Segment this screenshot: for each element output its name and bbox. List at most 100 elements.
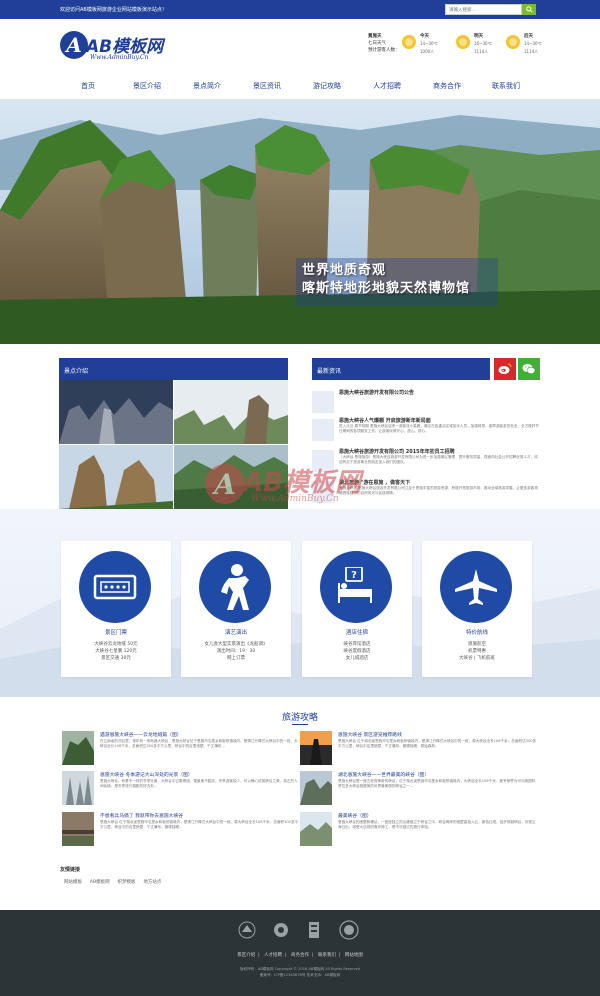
service-card-line: 网上订票 [227,656,245,661]
friend-link[interactable]: AB模板网 [90,880,110,885]
guide-desc: 在云南省的河谷里，常年有一条地缝大峡谷，恩施大峡谷位于恩施市屯堡乡和板桥镇境内，… [100,739,298,748]
service-card-flights[interactable]: 特价航线 恩施航空 机票特惠 大峡谷 | 飞机航班 [422,541,532,677]
sun-icon [456,35,470,49]
friend-links-title: 友情链接 [60,867,81,873]
news-item-title[interactable]: 恩施大峡谷旅游开发有限公司公告 [339,389,414,396]
nav-item-business[interactable]: 商务合作 [433,81,461,91]
footer-nav-item[interactable]: 联系我们 [318,953,336,958]
spot-photo[interactable] [174,380,288,444]
guide-thumb[interactable] [62,812,94,846]
footer-nav-item[interactable]: 商务合作 [291,953,309,958]
service-card-title: 酒店住宿 [345,630,368,636]
guide-desc: 恩施大峡谷 位于湖北省恩施市屯堡乡和板桥镇境内，是清江升降式大峡谷中的一段，原大… [338,739,537,748]
service-card-line: 演出时间：19：30 [216,649,256,654]
watermark-mark: A [205,464,245,504]
search-input[interactable] [445,4,522,15]
guide-thumb[interactable] [300,812,332,846]
service-card-line: 女儿城酒店 [345,656,369,661]
news-title-bar[interactable]: 最新资讯 [312,358,490,380]
nav-item-contact[interactable]: 联系我们 [492,81,520,91]
guide-title[interactable]: 恩施大峡谷 景区游览推荐路线 [338,731,538,738]
hotel-icon: ? [320,551,392,623]
nav-item-news[interactable]: 景区资讯 [253,81,281,91]
guide-desc: 恩施大峡谷，有着不一样的冬季光景，大峡谷中云雾缭绕，雪景美不胜收，冬季游客较少，… [100,779,298,788]
footer-nav-item[interactable]: 人才招聘 [264,953,282,958]
news-item-desc: 进入元旦 春节前期 恩施大峡谷迎来一波客流小高峰，景区在各重点区域加派人员，加强… [339,424,539,433]
news-item[interactable]: 恩施大峡谷旅游开发有限公司公告 [312,388,540,415]
news-item-title[interactable]: 恩施大峡谷旅游开发有限公司 2015年年初员工招聘 [339,448,455,455]
guide-title[interactable]: 不想看兵马俑了 我就带你去恩施大峡谷 [100,812,300,819]
guide-title[interactable]: 遇游恩施大峡谷——云龙地缝篇（图） [100,731,300,738]
service-card-hotels[interactable]: ? 酒店住宿 峡谷宾馆酒店 峡谷度假酒店 女儿城酒店 [302,541,412,677]
weather-day-count: 1000人 [420,49,435,54]
friend-link[interactable]: 地方站点 [143,880,161,885]
news-item-title[interactable]: 恩施大峡谷人气爆棚 开启旅游新年新局面 [339,417,431,424]
guide-item[interactable]: 恩施大峡谷 冬季游记大山深处的光景（图） 恩施大峡谷，有着不一样的冬季光景，大峡… [62,771,302,807]
nav-item-jobs[interactable]: 人才招聘 [373,81,401,91]
friend-link[interactable]: 织梦模板 [118,880,136,885]
guide-thumb[interactable] [62,771,94,805]
guide-item[interactable]: 最美峡谷（图） 恩施大峡谷的绝壁和峰丛，一座座独立的山峰矗立于峡谷之中，峡谷两岸… [300,812,540,848]
news-item-desc [339,396,539,416]
guide-item[interactable]: 不想看兵马俑了 我就带你去恩施大峡谷 恩施大峡谷 位于湖北省恩施市屯堡乡和板桥镇… [62,812,302,848]
service-card-lines: 峡谷宾馆酒店 峡谷度假酒店 女儿城酒店 [302,641,412,662]
weather-intro: 景施天 七日天气 预计游客人数： [368,33,400,54]
guide-title[interactable]: 最美峡谷（图） [338,812,538,819]
friend-link[interactable]: 网站模板 [64,880,82,885]
guides-section-title: 旅游攻略 [0,710,600,725]
guide-title[interactable]: 恩施大峡谷 冬季游记大山深处的光景（图） [100,771,300,778]
spot-photo[interactable] [59,380,173,444]
service-card-lines: 恩施航空 机票特惠 大峡谷 | 飞机航班 [422,641,532,662]
guide-title[interactable]: 湖北恩施大峡谷——世界最美的峡谷（图） [338,771,538,778]
weather-day: 后天 14~30℃ 1114人 [506,33,558,63]
spot-photo[interactable] [59,445,173,509]
friend-links: 友情链接 网站模板 AB模板网 织梦模板 地方站点 [60,866,540,885]
site-logo[interactable]: A AB模板网 Www.AdminBuy.Cn [60,31,175,67]
news-date-block [312,391,334,413]
footer-nav-item[interactable]: 网站地图 [345,953,363,958]
weather-day-label: 明天 [474,34,483,39]
spots-title-bar[interactable]: 景点介绍 [59,358,288,380]
service-card-line: 恩施航空 [468,642,486,647]
footer-nav-item[interactable]: 景区介绍 [237,953,255,958]
watermark-logo: A AB模板网 Www.AdminBuy.Cn [205,462,395,508]
ticket-icon [79,551,151,623]
weather-day-temp: 14~30℃ [524,41,543,46]
footer-logo-icon [339,920,359,940]
news-item[interactable]: 恩施大峡谷人气爆棚 开启旅游新年新局面 进入元旦 春节前期 恩施大峡谷迎来一波客… [312,416,540,443]
weather-day-label: 后天 [524,34,533,39]
nav-item-intro[interactable]: 景区介绍 [133,81,161,91]
wechat-share-button[interactable] [518,358,540,380]
welcome-text: 欢迎访问AB模板网旅游企业网站模板演示站点！ [60,7,167,13]
service-card-lines: 女儿会大型实景演出《龙船调》 演出时间：19：30 网上订票 [181,641,291,662]
nav-item-guides[interactable]: 游记攻略 [313,81,341,91]
service-card-tickets[interactable]: 景区门票 大峡谷云龙地缝 50元 大峡谷七星寨 120元 景区交通 30元 [61,541,171,677]
service-card-title: 景区门票 [104,630,127,636]
service-card-line: 大峡谷云龙地缝 50元 [94,642,138,647]
service-card-lines: 大峡谷云龙地缝 50元 大峡谷七星寨 120元 景区交通 30元 [61,641,171,662]
guide-thumb[interactable] [62,731,94,765]
weather-day-count: 1114人 [524,49,539,54]
guide-item[interactable]: 恩施大峡谷 景区游览推荐路线 恩施大峡谷 位于湖北省恩施市屯堡乡和板桥镇境内，是… [300,731,540,767]
search-button[interactable] [522,4,536,15]
service-card-shows[interactable]: 演艺演出 女儿会大型实景演出《龙船调》 演出时间：19：30 网上订票 [181,541,291,677]
guide-item[interactable]: 湖北恩施大峡谷——世界最美的峡谷（图） 恩施大峡谷是一座古老而神奇的峡谷，位于湖… [300,771,540,807]
guide-desc: 恩施大峡谷是一座古老而神奇的峡谷，位于湖北省恩施市屯堡乡和板桥镇境内，大峡谷全长… [338,779,536,788]
nav-item-home[interactable]: 首页 [81,81,95,91]
service-card-line: 大峡谷七星寨 120元 [95,649,137,654]
guide-thumb[interactable] [300,731,332,765]
guide-item[interactable]: 遇游恩施大峡谷——云龙地缝篇（图） 在云南省的河谷里，常年有一条地缝大峡谷，恩施… [62,731,302,767]
guide-thumb[interactable] [300,771,332,805]
guide-desc: 恩施大峡谷 位于湖北省恩施市屯堡乡和板桥镇境内，是清江升降式大峡谷中的一段。原大… [100,820,299,829]
service-card-line: 峡谷宾馆酒店 [343,642,371,647]
weather-day: 明天 16~30℃ 1114人 [456,33,508,63]
weather-day-temp: 14~30℃ [420,41,439,46]
weibo-share-button[interactable] [494,358,516,380]
guide-desc: 恩施大峡谷的绝壁和峰丛，一座座独立的山峰矗立于峡谷之中，峡谷两岸的绝壁高耸入云，… [338,820,536,829]
weather-intro-line: 预计游客人数： [368,48,400,53]
nav-item-spots[interactable]: 景点简介 [193,81,221,91]
slogan-line: 世界地质奇观 [302,263,387,278]
weather-widget: 景施天 七日天气 预计游客人数： 今天 14~30℃ 1000人 明天 16~3… [368,33,542,63]
footer-nav: 景区介绍 | 人才招聘 | 商务合作 | 联系我们 | 网站地图 [237,953,363,958]
weather-day: 今天 14~30℃ 1000人 [402,33,454,63]
